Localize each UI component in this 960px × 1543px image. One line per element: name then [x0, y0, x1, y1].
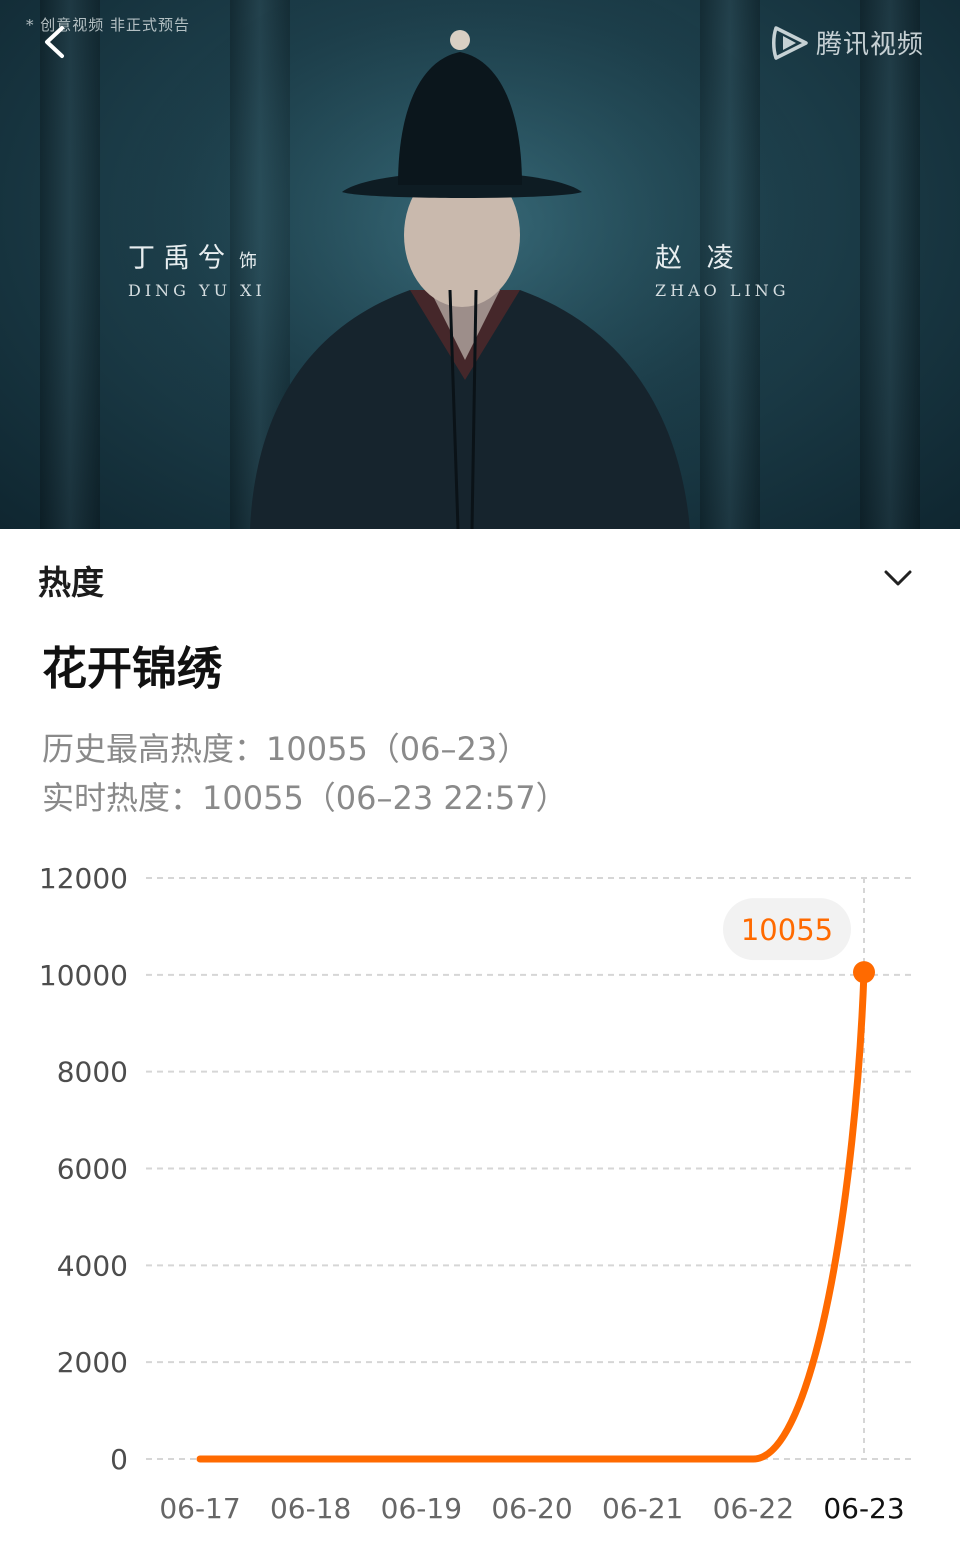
- role-name: 赵 凌: [655, 243, 742, 274]
- cast-caption-left: 丁禹兮饰 DING YU XI: [128, 236, 266, 300]
- heat-chart: 12000 10000 8000 6000 4000 2000 0 06-17 06-18 06-…: [39, 862, 916, 1525]
- live-heat: 实时热度：10055（06–23 22:57）: [42, 779, 568, 817]
- brand-name: 腾讯视频: [815, 30, 924, 60]
- chevron-down-icon: [884, 570, 912, 586]
- y-tick-label: 4000: [57, 1249, 128, 1282]
- series-line: [196, 968, 868, 1463]
- role-roman: ZHAO LING: [655, 281, 790, 300]
- x-tick-label: 06-18: [270, 1492, 351, 1525]
- section-label: 热度: [38, 563, 104, 602]
- y-tick-label: 2000: [57, 1346, 128, 1379]
- show-title: 花开锦绣: [42, 642, 223, 695]
- x-tick-label: 06-19: [381, 1492, 462, 1525]
- y-tick-label: 12000: [39, 862, 128, 895]
- expand-button[interactable]: [880, 565, 916, 593]
- y-tick-label: 10000: [39, 959, 128, 992]
- cast-roman: DING YU XI: [128, 281, 266, 300]
- x-tick-label: 06-23: [823, 1492, 904, 1525]
- value-tooltip-label: 10055: [741, 913, 833, 947]
- x-tick-label: 06-21: [602, 1492, 683, 1525]
- x-tick-label: 06-22: [713, 1492, 794, 1525]
- video-banner[interactable]: * 创意视频 非正式预告 腾讯视频 丁禹兮饰 DING YU XI 赵 凌 ZH…: [0, 0, 960, 529]
- tencent-video-logo-icon: [771, 25, 808, 60]
- cast-caption-right: 赵 凌 ZHAO LING: [655, 236, 790, 300]
- y-tick-label: 8000: [57, 1056, 128, 1089]
- x-tick-label: 06-20: [491, 1492, 572, 1525]
- highlight-point: [853, 961, 875, 984]
- peak-heat: 历史最高热度：10055（06–23）: [42, 730, 530, 768]
- x-tick-label: 06-17: [159, 1492, 240, 1525]
- back-button[interactable]: [34, 20, 78, 64]
- y-tick-label: 0: [110, 1443, 128, 1476]
- brand-logo: 腾讯视频: [770, 24, 924, 61]
- cast-name: 丁禹兮: [128, 243, 233, 274]
- chevron-left-icon: [45, 26, 64, 58]
- cast-credit: 饰: [239, 250, 257, 272]
- y-tick-label: 6000: [57, 1153, 128, 1186]
